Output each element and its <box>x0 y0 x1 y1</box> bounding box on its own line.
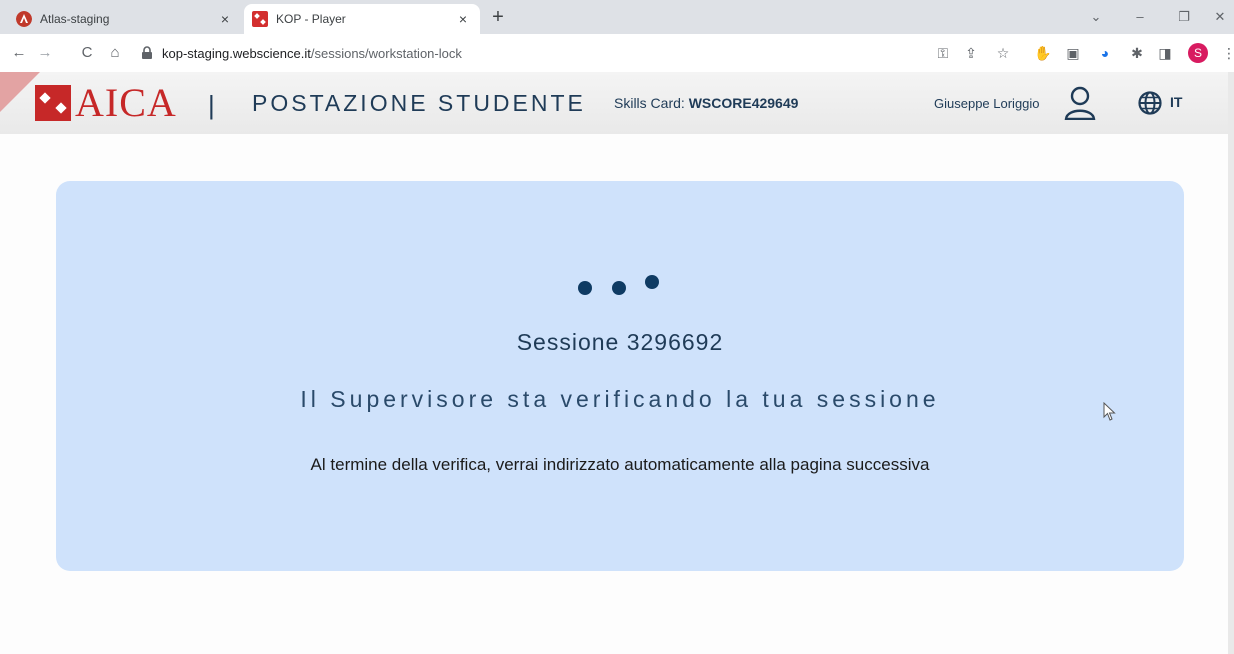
loading-dot <box>612 281 626 295</box>
atlas-favicon-icon <box>16 11 32 27</box>
forward-button[interactable]: → <box>34 42 56 64</box>
lock-icon <box>142 46 152 59</box>
tab-title: Atlas-staging <box>40 12 110 26</box>
tab-close-icon[interactable]: × <box>216 11 234 27</box>
logo-text: AICA <box>75 80 177 125</box>
url-path: /sessions/workstation-lock <box>310 45 462 61</box>
header-divider: | <box>208 90 215 120</box>
aica-favicon-icon <box>252 11 268 27</box>
back-button[interactable]: ← <box>8 42 30 64</box>
status-message: Il Supervisore sta verificando la tua se… <box>300 386 940 412</box>
app-header: AICA | POSTAZIONE STUDENTE Skills Card: … <box>0 72 1234 134</box>
corner-accent <box>0 72 40 112</box>
page-title: POSTAZIONE STUDENTE <box>252 90 586 116</box>
restore-button[interactable]: ❐ <box>1170 6 1198 28</box>
extension-icon[interactable]: ✋ <box>1034 44 1052 62</box>
reload-button[interactable]: C <box>76 42 98 64</box>
session-lock-card: Sessione 3296692 Il Supervisore sta veri… <box>56 181 1184 571</box>
aica-logo[interactable]: AICA <box>35 80 177 125</box>
browser-toolbar: ← → C ⌂ kop-staging.webscience.it/sessio… <box>0 34 1234 73</box>
browser-tab-strip: Atlas-staging × KOP - Player × + ⌄ – ❐ ✕ <box>0 0 1234 34</box>
key-icon[interactable]: ⚿ <box>934 44 952 62</box>
tab-close-icon[interactable]: × <box>454 11 472 27</box>
mouse-cursor-icon <box>1103 402 1116 421</box>
extension-clock-icon[interactable]: ◕ <box>1096 44 1114 62</box>
aica-logo-mark-icon <box>35 85 71 121</box>
close-window-button[interactable]: ✕ <box>1206 6 1234 28</box>
loading-dot <box>578 281 592 295</box>
loading-dot <box>645 275 659 289</box>
info-message: Al termine della verifica, verrai indiri… <box>310 455 930 474</box>
page-scrollbar[interactable] <box>1228 72 1234 654</box>
skills-card-value: WSCORE429649 <box>688 95 799 111</box>
tab-kop-player[interactable]: KOP - Player × <box>244 4 480 34</box>
skills-card-info: Skills Card: WSCORE429649 <box>614 95 798 111</box>
tab-atlas-staging[interactable]: Atlas-staging × <box>8 4 242 34</box>
user-icon[interactable] <box>1064 86 1096 120</box>
language-selector[interactable]: IT <box>1170 94 1182 110</box>
address-bar[interactable]: kop-staging.webscience.it/sessions/works… <box>140 40 940 66</box>
profile-avatar[interactable]: S <box>1188 43 1208 63</box>
extension-square-icon[interactable]: ▣ <box>1064 44 1082 62</box>
tab-title: KOP - Player <box>276 12 346 26</box>
globe-icon[interactable] <box>1138 91 1162 115</box>
new-tab-button[interactable]: + <box>486 6 510 30</box>
url-host: kop-staging.webscience.it <box>162 45 311 61</box>
bookmark-star-icon[interactable]: ☆ <box>994 44 1012 62</box>
session-title: Sessione 3296692 <box>516 329 724 355</box>
user-name: Giuseppe Loriggio <box>934 96 1040 111</box>
menu-kebab-icon[interactable]: ⋮ <box>1222 44 1234 62</box>
home-button[interactable]: ⌂ <box>104 42 126 64</box>
loading-dots-indicator <box>56 275 1184 299</box>
minimize-button[interactable]: – <box>1126 6 1154 28</box>
extensions-puzzle-icon[interactable]: ✱ <box>1128 44 1146 62</box>
skills-card-label: Skills Card: <box>614 95 689 111</box>
tab-search-dropdown-icon[interactable]: ⌄ <box>1082 6 1110 28</box>
side-panel-icon[interactable]: ◨ <box>1156 44 1174 62</box>
share-icon[interactable]: ⇪ <box>962 44 980 62</box>
